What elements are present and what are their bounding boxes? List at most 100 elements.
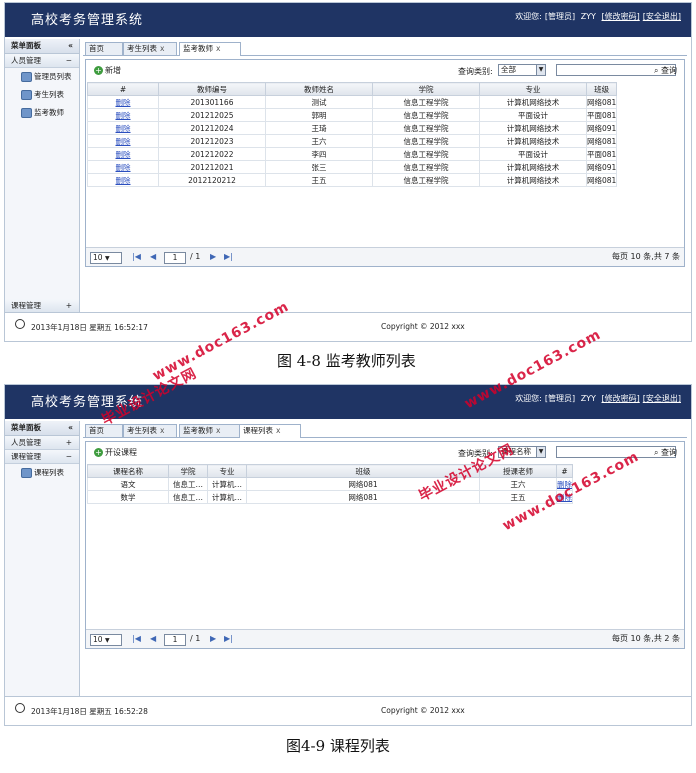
tab-label: 监考教师 bbox=[183, 44, 213, 53]
page-number-input[interactable]: 1 bbox=[164, 252, 186, 264]
group-label: 人员管理 bbox=[11, 438, 41, 447]
table-row: 删除 201212023 王六 信息工程学院 计算机网络技术 网络081 bbox=[87, 134, 618, 148]
page-size-select[interactable]: 10 ▼ bbox=[90, 634, 122, 646]
last-page-icon[interactable]: ▶| bbox=[224, 252, 233, 262]
column-header[interactable]: 专业 bbox=[479, 82, 587, 96]
sidebar-item-admin-list[interactable]: 管理员列表 bbox=[5, 68, 79, 86]
close-icon[interactable]: x bbox=[160, 426, 164, 435]
table-cell: 网络081 bbox=[585, 95, 618, 109]
app-header: 高校考务管理系统 欢迎您: [管理员] ZYY [修改密码] [安全退出] bbox=[5, 3, 691, 37]
logout-link[interactable]: [安全退出] bbox=[643, 394, 681, 403]
app-title: 高校考务管理系统 bbox=[31, 13, 144, 28]
welcome-text: 欢迎您: bbox=[515, 12, 542, 21]
table-cell: 网络091 bbox=[585, 160, 618, 174]
query-type-select[interactable]: 全部 ▼ bbox=[498, 64, 546, 76]
column-header[interactable]: 班级 bbox=[585, 82, 618, 96]
add-icon: + bbox=[94, 448, 103, 457]
sidebar-title: 菜单面板 « bbox=[5, 421, 79, 436]
delete-link[interactable]: 删除 bbox=[87, 121, 159, 135]
column-header[interactable]: 学院 bbox=[372, 82, 480, 96]
table-cell: 平面设计 bbox=[479, 147, 587, 161]
column-header[interactable]: 课程名称 bbox=[87, 464, 169, 478]
collapse-sidebar-button[interactable]: « bbox=[68, 421, 73, 435]
prev-page-icon[interactable]: ◀ bbox=[150, 634, 156, 644]
column-header[interactable]: 教师编号 bbox=[158, 82, 266, 96]
column-header[interactable]: 学院 bbox=[168, 464, 208, 478]
sidebar: 菜单面板 « 人员管理 + 课程管理 − 课程列表 bbox=[5, 421, 80, 697]
sidebar-title: 菜单面板 « bbox=[5, 39, 79, 54]
delete-link[interactable]: 删除 bbox=[87, 134, 159, 148]
search-button[interactable]: ⌕ 查询 bbox=[654, 65, 677, 76]
group-collapse-icon[interactable]: − bbox=[66, 54, 72, 67]
group-expand-icon[interactable]: + bbox=[66, 436, 72, 449]
delete-link[interactable]: 删除 bbox=[87, 147, 159, 161]
search-button[interactable]: ⌕ 查询 bbox=[654, 447, 677, 458]
search-button-label: 查询 bbox=[661, 66, 678, 75]
column-header[interactable]: 专业 bbox=[207, 464, 247, 478]
tab-label: 考生列表 bbox=[127, 44, 157, 53]
close-icon[interactable]: x bbox=[160, 44, 164, 53]
delete-link[interactable]: 删除 bbox=[87, 173, 159, 187]
group-collapse-icon[interactable]: − bbox=[66, 450, 72, 463]
sidebar-item-student-list[interactable]: 考生列表 bbox=[5, 86, 79, 104]
close-icon[interactable]: x bbox=[276, 426, 280, 435]
sidebar-group-course[interactable]: 课程管理 − bbox=[5, 450, 79, 464]
page-number-input[interactable]: 1 bbox=[164, 634, 186, 646]
sidebar-group-course[interactable]: 课程管理 + bbox=[5, 299, 79, 313]
table-header-row: # 教师编号 教师姓名 学院 专业 班级 bbox=[87, 82, 618, 96]
pagination-bar: 10 ▼ |◀ ◀ 1 / 1 ▶ ▶| 每页 10 条,共 7 条 bbox=[86, 247, 684, 266]
sidebar-item-course-list[interactable]: 课程列表 bbox=[5, 464, 79, 482]
table-row: 删除 201212022 李四 信息工程学院 平面设计 平面081 bbox=[87, 147, 618, 161]
table-cell: 测试 bbox=[265, 95, 373, 109]
last-page-icon[interactable]: ▶| bbox=[224, 634, 233, 644]
change-password-link[interactable]: [修改密码] bbox=[602, 12, 640, 21]
group-label: 人员管理 bbox=[11, 56, 41, 65]
list-icon bbox=[21, 108, 32, 118]
sidebar-group-people[interactable]: 人员管理 − bbox=[5, 54, 79, 68]
tab-proctor[interactable]: 监考教师 x bbox=[179, 42, 241, 56]
tab-course-list[interactable]: 课程列表 x bbox=[239, 424, 301, 438]
delete-link[interactable]: 删除 bbox=[87, 95, 159, 109]
close-icon[interactable]: x bbox=[216, 44, 220, 53]
tab-home[interactable]: 首页 bbox=[85, 42, 123, 55]
tab-proctor[interactable]: 监考教师 x bbox=[179, 424, 241, 437]
table-cell: 201212025 bbox=[158, 108, 266, 122]
first-page-icon[interactable]: |◀ bbox=[132, 252, 141, 262]
collapse-sidebar-button[interactable]: « bbox=[68, 39, 73, 53]
first-page-icon[interactable]: |◀ bbox=[132, 634, 141, 644]
column-header[interactable]: 教师姓名 bbox=[265, 82, 373, 96]
clock-icon bbox=[15, 703, 25, 713]
table-cell: 网络081 bbox=[585, 134, 618, 148]
open-course-button[interactable]: + 开设课程 bbox=[94, 447, 137, 458]
tab-student-list[interactable]: 考生列表 x bbox=[123, 424, 177, 437]
pagination-bar: 10 ▼ |◀ ◀ 1 / 1 ▶ ▶| 每页 10 条,共 2 条 bbox=[86, 629, 684, 648]
tab-student-list[interactable]: 考生列表 x bbox=[123, 42, 177, 55]
next-page-icon[interactable]: ▶ bbox=[210, 634, 216, 644]
figure-caption-4-9: 图4-9 课程列表 bbox=[286, 737, 390, 755]
close-icon[interactable]: x bbox=[216, 426, 220, 435]
logout-link[interactable]: [安全退出] bbox=[643, 12, 681, 21]
table-cell: 信息工… bbox=[168, 490, 208, 504]
table-cell: 郭明 bbox=[265, 108, 373, 122]
sidebar-item-proctor[interactable]: 监考教师 bbox=[5, 104, 79, 122]
delete-link[interactable]: 删除 bbox=[87, 108, 159, 122]
group-expand-icon[interactable]: + bbox=[66, 299, 72, 312]
prev-page-icon[interactable]: ◀ bbox=[150, 252, 156, 262]
page-size-select[interactable]: 10 ▼ bbox=[90, 252, 122, 264]
page-info: 每页 10 条,共 7 条 bbox=[612, 252, 680, 261]
column-header[interactable]: # bbox=[87, 82, 159, 96]
teacher-table: # 教师编号 教师姓名 学院 专业 班级 删除 201301166 测试 信息工程学院… bbox=[87, 82, 618, 187]
column-header[interactable]: # bbox=[556, 464, 573, 478]
table-cell: 王五 bbox=[265, 173, 373, 187]
user-role: [管理员] bbox=[544, 394, 576, 403]
next-page-icon[interactable]: ▶ bbox=[210, 252, 216, 262]
delete-link[interactable]: 删除 bbox=[87, 160, 159, 174]
tab-bar: 首页 考生列表 x 监考教师 x bbox=[83, 41, 687, 56]
table-cell: 201212023 bbox=[158, 134, 266, 148]
change-password-link[interactable]: [修改密码] bbox=[602, 394, 640, 403]
tab-label: 监考教师 bbox=[183, 426, 213, 435]
sidebar-group-people[interactable]: 人员管理 + bbox=[5, 436, 79, 450]
screenshot-course-list: 高校考务管理系统 欢迎您: [管理员] ZYY [修改密码] [安全退出] 菜单面板… bbox=[4, 384, 692, 726]
tab-home[interactable]: 首页 bbox=[85, 424, 123, 437]
add-button[interactable]: + 新增 bbox=[94, 65, 121, 76]
